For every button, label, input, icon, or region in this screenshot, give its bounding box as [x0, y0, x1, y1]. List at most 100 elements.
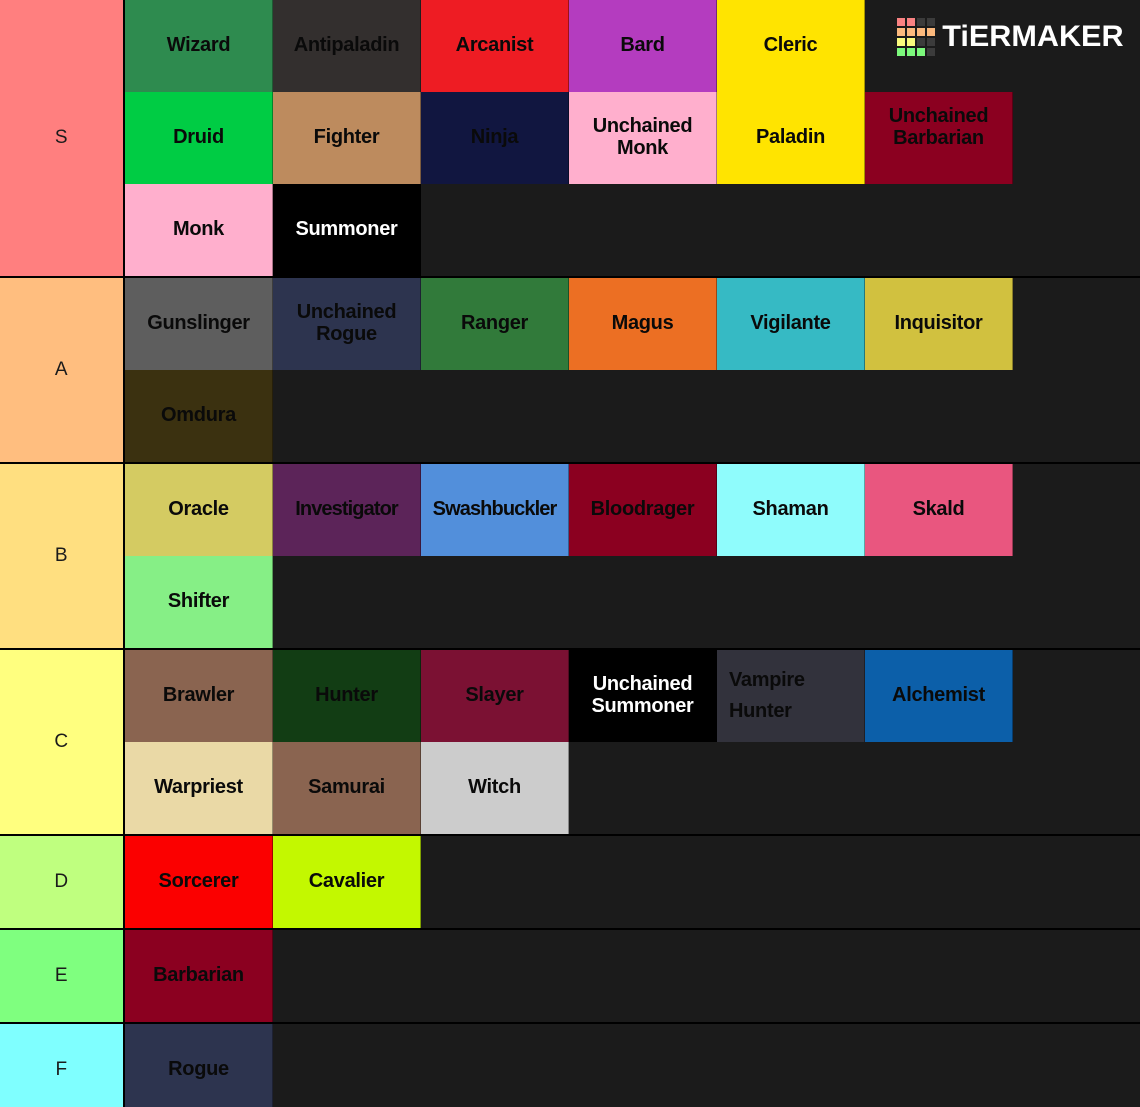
tier-label-s[interactable]: S [0, 0, 125, 276]
tier-item[interactable]: Unchained Summoner [569, 650, 717, 742]
tier-item[interactable]: Warpriest [125, 742, 273, 834]
tier-item-label: Cavalier [308, 870, 385, 893]
tier-item-label: Ranger [460, 312, 529, 335]
tier-item-line: Oracle Investigator Swashbuckler Bloodrager… [125, 464, 1015, 556]
tier-item[interactable]: Shaman [717, 464, 865, 556]
tier-item-label: Vampire Hunter [729, 669, 805, 722]
tier-item-label: Shaman [752, 498, 829, 521]
tier-body-f: Rogue [125, 1024, 1140, 1107]
tier-item[interactable]: Monk [125, 184, 273, 276]
tier-item-label: Unchained Rogue [296, 301, 397, 345]
tier-item[interactable]: Barbarian [125, 930, 273, 1022]
tier-item-line: Gunslinger Unchained Rogue Ranger Magus Vigi… [125, 278, 1015, 370]
tier-item-line: Monk Summoner [125, 184, 1015, 276]
tier-item-label: Omdura [161, 404, 236, 427]
tier-item-label: Slayer [465, 684, 524, 707]
tier-row-c: C Brawler Hunter Slayer Unchained Summoner Va… [0, 650, 1140, 836]
tier-body-d: Sorcerer Cavalier [125, 836, 1140, 928]
tier-item-label: Monk [172, 218, 225, 241]
tier-item[interactable]: Wizard [125, 0, 273, 92]
tier-item[interactable]: Cleric [717, 0, 865, 92]
tier-item[interactable]: Oracle [125, 464, 273, 556]
tier-body-s: Wizard Antipaladin Arcanist Bard Cleric Druid… [125, 0, 1140, 276]
tier-body-c: Brawler Hunter Slayer Unchained Summoner Vam… [125, 650, 1140, 834]
tier-label-d[interactable]: D [0, 836, 125, 928]
tier-item-label: Antipaladin [293, 34, 400, 57]
tier-item-label: Skald [912, 498, 965, 521]
tier-item-label: Druid [173, 126, 224, 149]
tier-item[interactable]: Antipaladin [273, 0, 421, 92]
tier-item-label: Bloodrager [590, 498, 695, 521]
tier-item[interactable]: Vampire Hunter [717, 650, 865, 742]
tier-item-label: Vigilante [750, 312, 831, 335]
tier-item-label: Paladin [755, 126, 826, 149]
tier-body-b: Oracle Investigator Swashbuckler Bloodrager… [125, 464, 1140, 648]
tier-item-label: Unchained Summoner [591, 673, 694, 717]
tier-item-label: Cleric [763, 34, 818, 57]
tier-item[interactable]: Omdura [125, 370, 273, 462]
tier-item[interactable]: Swashbuckler [421, 464, 569, 556]
tier-item[interactable]: Arcanist [421, 0, 569, 92]
tier-item-line: Barbarian [125, 930, 1015, 1022]
tier-item-label: Gunslinger [147, 312, 250, 335]
tier-item[interactable]: Druid [125, 92, 273, 184]
tier-item-label: Hunter [315, 684, 378, 707]
tier-item-label: Shifter [167, 590, 230, 613]
tier-item[interactable]: Vigilante [717, 278, 865, 370]
tier-item[interactable]: Shifter [125, 556, 273, 648]
tier-item-label: Summoner [295, 218, 398, 241]
tier-item[interactable]: Inquisitor [865, 278, 1013, 370]
tier-item-label: Unchained Barbarian [888, 105, 989, 149]
tier-item[interactable]: Fighter [273, 92, 421, 184]
tier-item[interactable]: Summoner [273, 184, 421, 276]
tier-item-label: Investigator [295, 498, 398, 521]
tier-item[interactable]: Investigator [273, 464, 421, 556]
tier-item[interactable]: Rogue [125, 1024, 273, 1107]
tier-label-a[interactable]: A [0, 278, 125, 462]
tier-item-label: Unchained Monk [592, 115, 693, 159]
tier-item-label: Sorcerer [158, 870, 239, 893]
tier-item[interactable]: Cavalier [273, 836, 421, 928]
tier-item-label: Barbarian [153, 964, 244, 987]
tier-item-label: Witch [468, 776, 521, 799]
tier-item[interactable]: Unchained Rogue [273, 278, 421, 370]
tier-item-line: Brawler Hunter Slayer Unchained Summoner Vam… [125, 650, 1015, 742]
tier-item[interactable]: Slayer [421, 650, 569, 742]
tier-item[interactable]: Ranger [421, 278, 569, 370]
tier-item-label: Fighter [313, 126, 380, 149]
tier-item[interactable]: Bard [569, 0, 717, 92]
tier-label-e[interactable]: E [0, 930, 125, 1022]
tier-list-board: S Wizard Antipaladin Arcanist Bard Cleric Drui… [0, 0, 1140, 1107]
tier-item[interactable]: Unchained Barbarian [865, 92, 1013, 184]
tier-item-label: Bard [620, 34, 665, 57]
tier-item[interactable]: Hunter [273, 650, 421, 742]
tier-item[interactable]: Ninja [421, 92, 569, 184]
tier-item[interactable]: Unchained Monk [569, 92, 717, 184]
tier-item-line: Rogue [125, 1024, 1015, 1107]
tier-body-e: Barbarian [125, 930, 1140, 1022]
tier-item[interactable]: Paladin [717, 92, 865, 184]
tier-item-label: Swashbuckler [432, 498, 558, 521]
tier-item[interactable]: Skald [865, 464, 1013, 556]
tier-item[interactable]: Witch [421, 742, 569, 834]
tier-item-line: Warpriest Samurai Witch [125, 742, 1015, 834]
tier-row-d: D Sorcerer Cavalier [0, 836, 1140, 930]
tier-item-label: Arcanist [455, 34, 534, 57]
tier-item[interactable]: Bloodrager [569, 464, 717, 556]
tier-item[interactable]: Alchemist [865, 650, 1013, 742]
tier-label-c[interactable]: C [0, 650, 125, 834]
tier-item[interactable]: Gunslinger [125, 278, 273, 370]
tier-item[interactable]: Magus [569, 278, 717, 370]
tier-item[interactable]: Brawler [125, 650, 273, 742]
tier-label-f[interactable]: F [0, 1024, 125, 1107]
tier-item[interactable]: Sorcerer [125, 836, 273, 928]
tier-item-label: Alchemist [892, 684, 985, 707]
tier-item-label: Warpriest [154, 776, 243, 799]
tier-row-f: F Rogue [0, 1024, 1140, 1107]
tier-label-b[interactable]: B [0, 464, 125, 648]
tier-body-a: Gunslinger Unchained Rogue Ranger Magus Vigi… [125, 278, 1140, 462]
tier-row-a: A Gunslinger Unchained Rogue Ranger Magus Vig… [0, 278, 1140, 464]
tier-item[interactable]: Samurai [273, 742, 421, 834]
tier-item-label: Rogue [168, 1058, 229, 1081]
tier-item-label: Brawler [162, 684, 235, 707]
